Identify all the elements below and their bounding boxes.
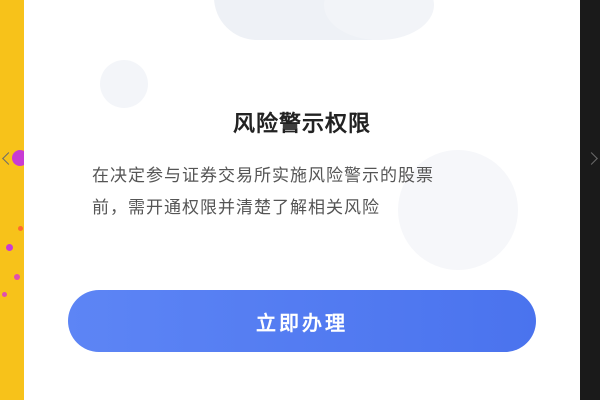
background-dark-strip: [580, 0, 600, 400]
modal-title: 风险警示权限: [232, 112, 371, 137]
background-app-strip: [0, 0, 24, 400]
decorative-dot: [2, 292, 7, 297]
apply-now-button[interactable]: 立即办理: [68, 290, 536, 352]
decorative-circle: [100, 60, 148, 108]
chevron-right-icon[interactable]: [585, 152, 598, 165]
decorative-dot: [18, 226, 23, 231]
description-line: 前，需开通权限并清楚了解相关风险: [92, 198, 380, 218]
decorative-dot: [14, 274, 20, 280]
decorative-dot: [6, 244, 13, 251]
risk-warning-modal: 风险警示权限 在决定参与证券交易所实施风险警示的股票 前，需开通权限并清楚了解相…: [24, 0, 580, 400]
modal-description: 在决定参与证券交易所实施风险警示的股票 前，需开通权限并清楚了解相关风险: [92, 160, 522, 224]
description-line: 在决定参与证券交易所实施风险警示的股票: [92, 166, 434, 186]
